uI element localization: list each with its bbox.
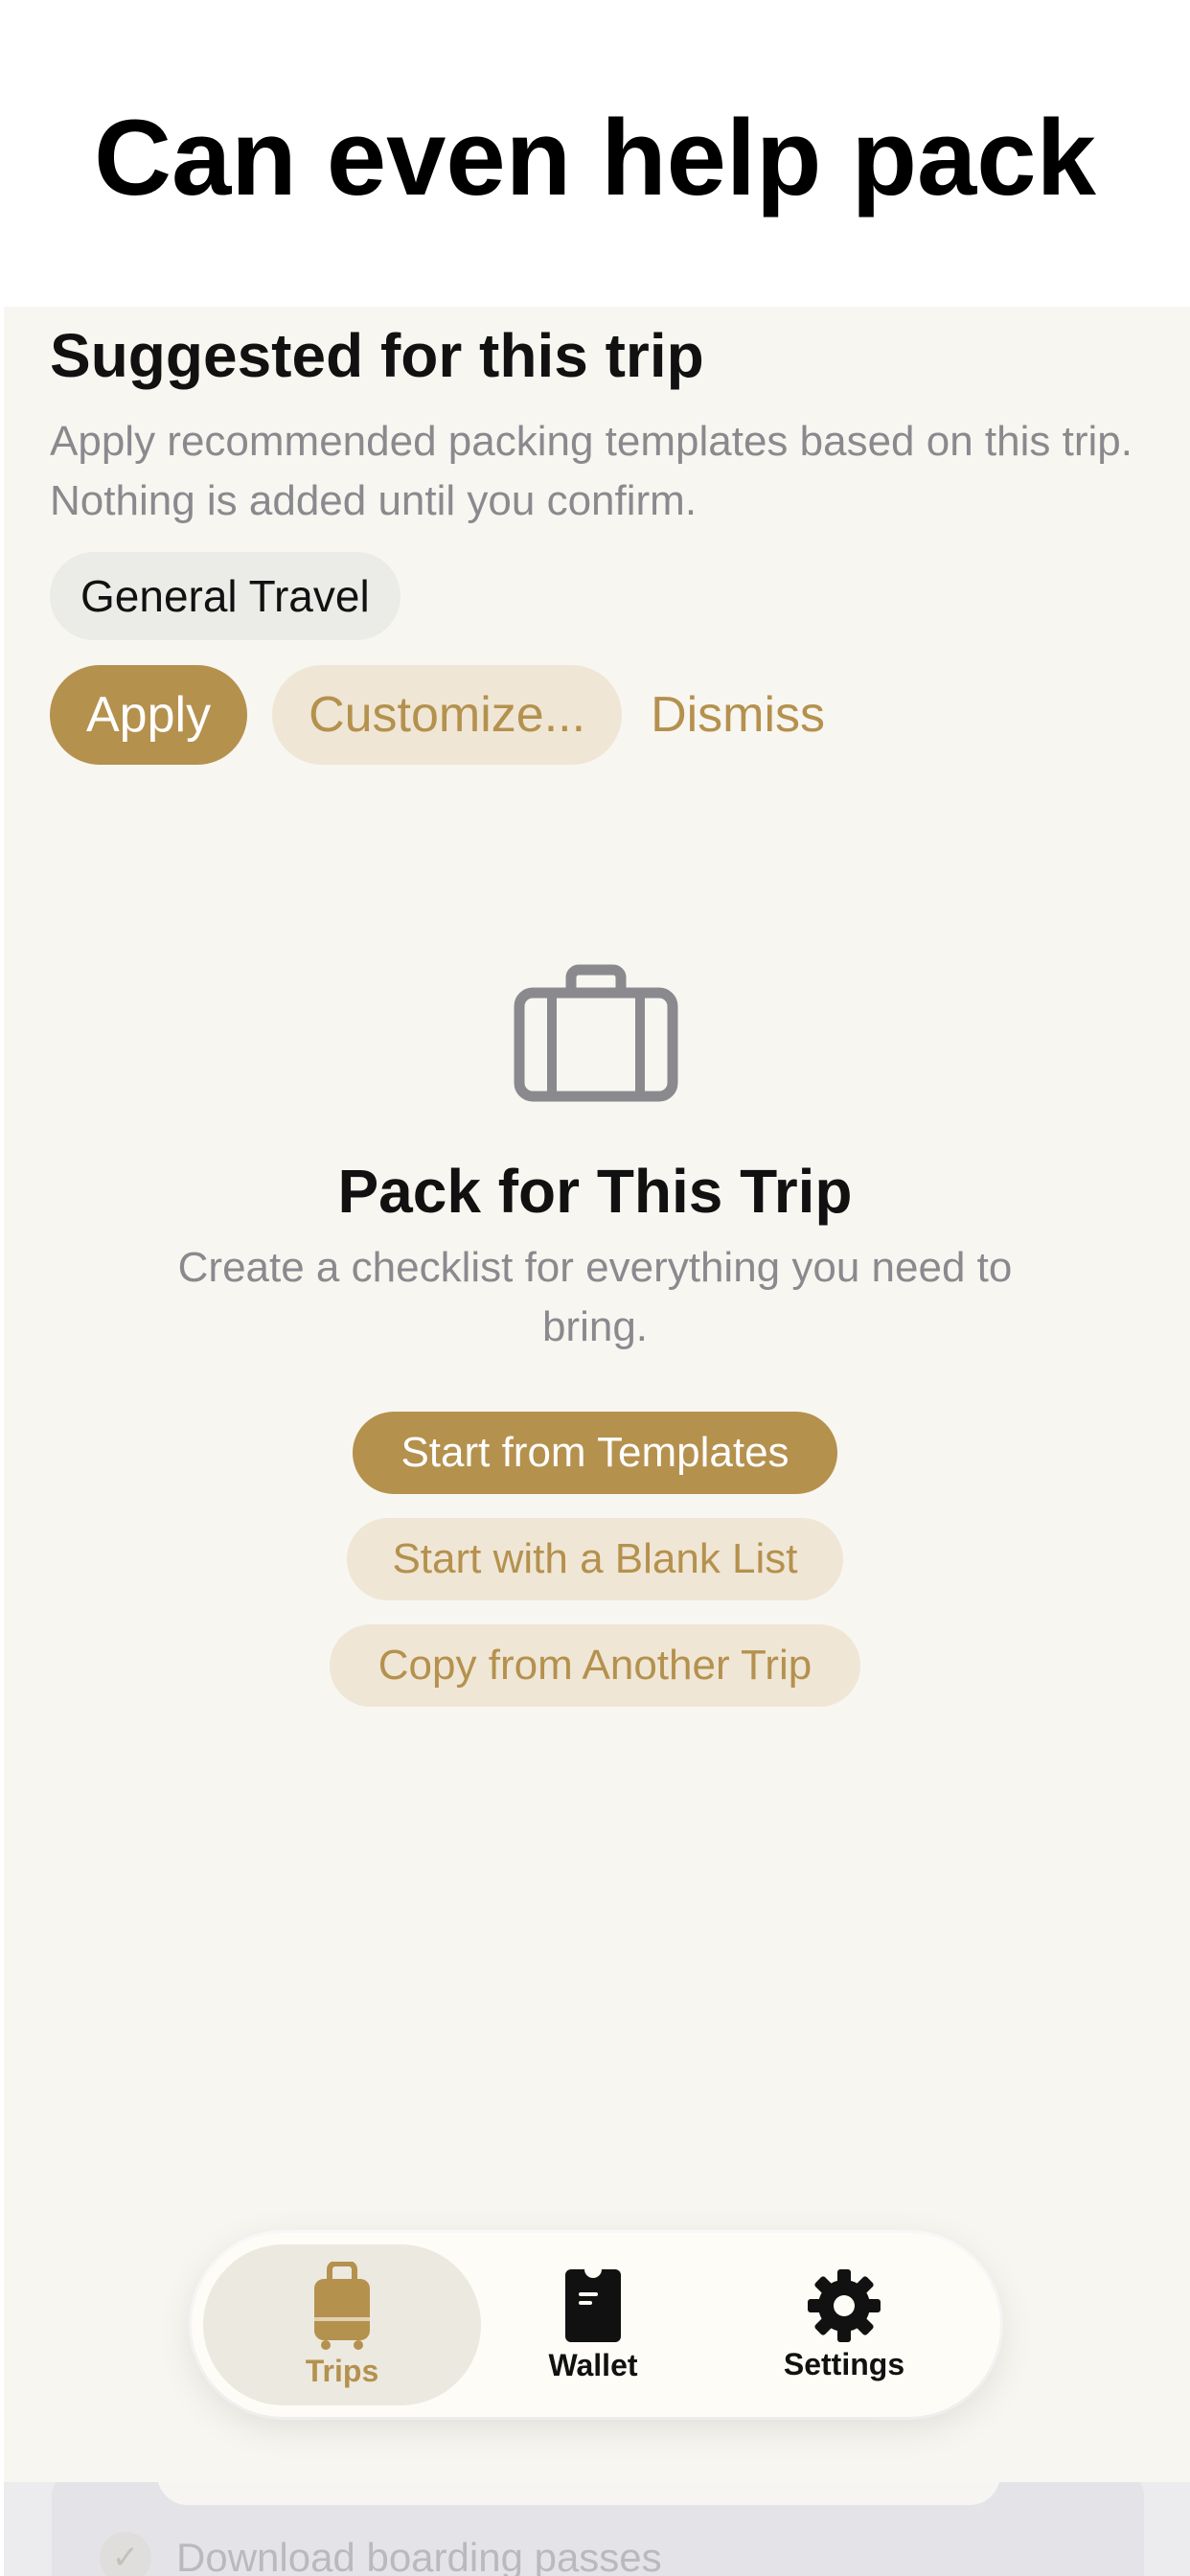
- tab-settings[interactable]: Settings: [705, 2244, 983, 2405]
- suggestion-actions: Apply Customize... Dismiss: [50, 665, 829, 765]
- suggested-title: Suggested for this trip: [50, 321, 704, 390]
- marketing-title: Can even help pack: [94, 97, 1096, 218]
- background-content-peek: ✓ Download boarding passes: [4, 2482, 1190, 2576]
- empty-state-description: Create a checklist for everything you ne…: [177, 1244, 1013, 1350]
- peek-item-label: Download boarding passes: [176, 2535, 662, 2576]
- tab-trips[interactable]: Trips: [203, 2244, 481, 2405]
- tab-bar: Trips Wallet Settings: [192, 2233, 1000, 2417]
- peek-inner-surface: [157, 2482, 1000, 2505]
- tab-wallet-label: Wallet: [548, 2347, 638, 2382]
- peek-checklist-item: ✓ Download boarding passes: [100, 2532, 662, 2576]
- tab-settings-label: Settings: [783, 2346, 905, 2381]
- wallet-pass-icon: [565, 2268, 621, 2342]
- suitcase-icon: [514, 964, 678, 1102]
- checkmark-icon: ✓: [100, 2532, 151, 2576]
- copy-from-trip-button[interactable]: Copy from Another Trip: [330, 1624, 860, 1707]
- tab-trips-label: Trips: [305, 2353, 379, 2388]
- customize-button[interactable]: Customize...: [272, 665, 623, 765]
- dismiss-button[interactable]: Dismiss: [647, 665, 829, 765]
- empty-state-title: Pack for This Trip: [337, 1157, 853, 1226]
- suggested-description: Apply recommended packing templates base…: [50, 418, 1133, 524]
- template-chip-general-travel[interactable]: General Travel: [50, 552, 400, 640]
- tab-wallet[interactable]: Wallet: [454, 2244, 732, 2405]
- start-blank-list-button[interactable]: Start with a Blank List: [347, 1518, 843, 1600]
- marketing-header: Can even help pack: [0, 0, 1190, 307]
- gear-icon: [808, 2268, 881, 2342]
- luggage-icon: [314, 2261, 370, 2350]
- start-from-templates-button[interactable]: Start from Templates: [353, 1412, 837, 1494]
- apply-button[interactable]: Apply: [50, 665, 248, 765]
